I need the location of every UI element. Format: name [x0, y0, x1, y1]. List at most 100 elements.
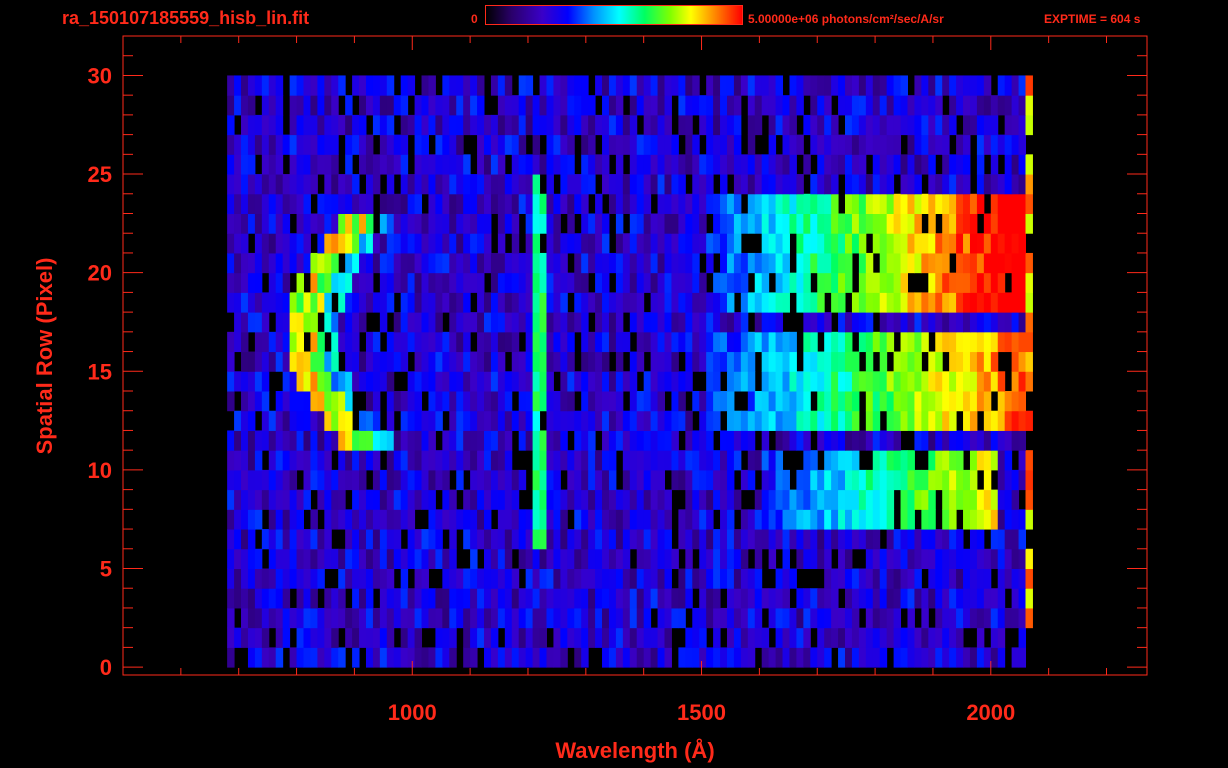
heatmap-cell: [567, 489, 575, 510]
heatmap-cell: [490, 331, 499, 353]
heatmap-cell: [803, 469, 811, 491]
heatmap-cell: [359, 529, 367, 550]
heatmap-cell: [761, 410, 770, 431]
heatmap-cell: [956, 95, 964, 116]
heatmap-cell: [463, 114, 471, 136]
heatmap-cell: [275, 292, 284, 313]
heatmap-cell: [664, 450, 672, 471]
heatmap-cell: [456, 371, 464, 392]
heatmap-cell: [428, 351, 436, 372]
heatmap-cell: [976, 114, 985, 136]
heatmap-cell: [463, 391, 471, 412]
heatmap-cell: [1025, 509, 1033, 530]
heatmap-cell: [497, 193, 506, 214]
heatmap-cell: [435, 588, 443, 609]
heatmap-cell: [539, 154, 547, 175]
heatmap-cell: [421, 607, 429, 629]
heatmap-cell: [789, 391, 797, 412]
heatmap-cell: [886, 548, 895, 569]
heatmap-cell: [935, 391, 943, 412]
heatmap-cell: [990, 292, 999, 313]
heatmap-cell: [872, 568, 881, 589]
heatmap-cell: [428, 331, 436, 353]
heatmap-cell: [685, 509, 693, 530]
heatmap-cell: [282, 627, 291, 648]
heatmap-cell: [359, 95, 367, 116]
heatmap-cell: [532, 351, 541, 372]
heatmap-cell: [796, 193, 804, 214]
heatmap-cell: [477, 252, 485, 274]
heatmap-cell: [622, 272, 631, 293]
heatmap-cell: [372, 529, 381, 550]
heatmap-cell: [699, 430, 707, 451]
heatmap-cell: [685, 312, 693, 333]
heatmap-cell: [345, 391, 353, 412]
heatmap-cell: [289, 351, 298, 372]
heatmap-cell: [796, 509, 804, 530]
heatmap-cell: [421, 134, 429, 155]
heatmap-cell: [511, 371, 520, 392]
heatmap-cell: [726, 548, 735, 569]
heatmap-cell: [914, 489, 922, 510]
heatmap-cell: [400, 410, 409, 431]
heatmap-cell: [851, 154, 860, 175]
heatmap-cell: [851, 489, 860, 510]
heatmap-cell: [247, 627, 256, 648]
heatmap-cell: [1018, 410, 1027, 431]
heatmap-cell: [657, 331, 666, 353]
heatmap-cell: [365, 193, 374, 214]
heatmap-cell: [400, 272, 409, 293]
heatmap-cell: [851, 450, 860, 471]
heatmap-cell: [775, 607, 784, 629]
heatmap-cell: [817, 272, 825, 293]
heatmap-cell: [588, 509, 596, 530]
heatmap-cell: [615, 233, 624, 254]
heatmap-cell: [247, 371, 256, 392]
heatmap-cell: [907, 410, 915, 431]
heatmap-cell: [525, 312, 534, 333]
heatmap-cell: [858, 371, 867, 392]
heatmap-cell: [456, 607, 464, 629]
heatmap-cell: [289, 469, 298, 491]
heatmap-cell: [976, 607, 985, 629]
heatmap-cell: [532, 174, 541, 195]
heatmap-cell: [324, 509, 332, 530]
heatmap-cell: [942, 529, 950, 550]
heatmap-cell: [858, 193, 867, 214]
heatmap-cell: [442, 134, 450, 155]
heatmap-cell: [782, 331, 790, 353]
heatmap-cell: [1004, 233, 1013, 254]
heatmap-cell: [574, 548, 582, 569]
heatmap-cell: [497, 489, 506, 510]
heatmap-cell: [595, 607, 603, 629]
heatmap-cell: [629, 95, 638, 116]
heatmap-cell: [900, 351, 908, 372]
heatmap-cell: [1018, 627, 1027, 648]
heatmap-cell: [317, 351, 325, 372]
heatmap-cell: [935, 312, 943, 333]
heatmap-cell: [574, 529, 582, 550]
heatmap-cell: [588, 292, 596, 313]
heatmap-cell: [282, 529, 291, 550]
heatmap-cell: [602, 75, 610, 96]
heatmap-cell: [1011, 95, 1020, 116]
heatmap-cell: [539, 292, 547, 313]
heatmap-cell: [872, 627, 881, 648]
heatmap-cell: [949, 371, 957, 392]
heatmap-cell: [685, 529, 693, 550]
heatmap-cell: [622, 548, 631, 569]
heatmap-cell: [560, 174, 568, 195]
heatmap-cell: [393, 647, 402, 668]
heatmap-cell: [428, 114, 436, 136]
heatmap-cell: [824, 607, 832, 629]
heatmap-cell: [740, 75, 749, 96]
heatmap-cell: [477, 469, 485, 491]
heatmap-cell: [449, 509, 457, 530]
heatmap-cell: [254, 627, 263, 648]
heatmap-cell: [789, 134, 797, 155]
heatmap-cell: [928, 627, 936, 648]
heatmap-cell: [796, 371, 804, 392]
heatmap-cell: [379, 272, 388, 293]
heatmap-cell: [310, 312, 318, 333]
heatmap-cell: [296, 134, 305, 155]
